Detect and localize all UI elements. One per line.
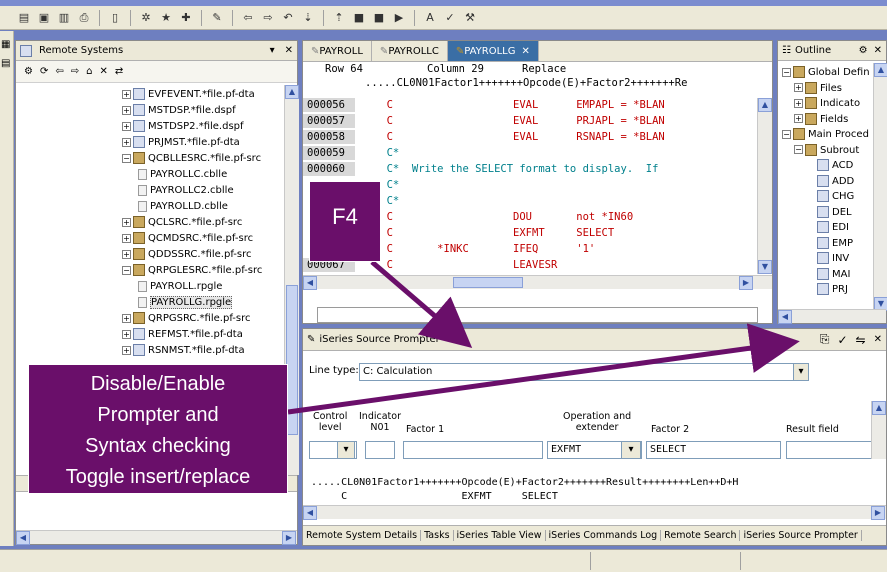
callout-line: Toggle insert/replace xyxy=(65,466,251,488)
callout-line: Syntax checking xyxy=(85,435,231,457)
toggle-arrow xyxy=(287,323,800,415)
f4-arrow xyxy=(370,260,473,349)
callout-line: Prompter and xyxy=(97,404,219,426)
f4-callout: F4 xyxy=(309,181,381,262)
callout-line: Disable/Enable xyxy=(90,373,226,395)
toggle-callout: Disable/Enable Prompter and Syntax checkin… xyxy=(28,364,288,494)
